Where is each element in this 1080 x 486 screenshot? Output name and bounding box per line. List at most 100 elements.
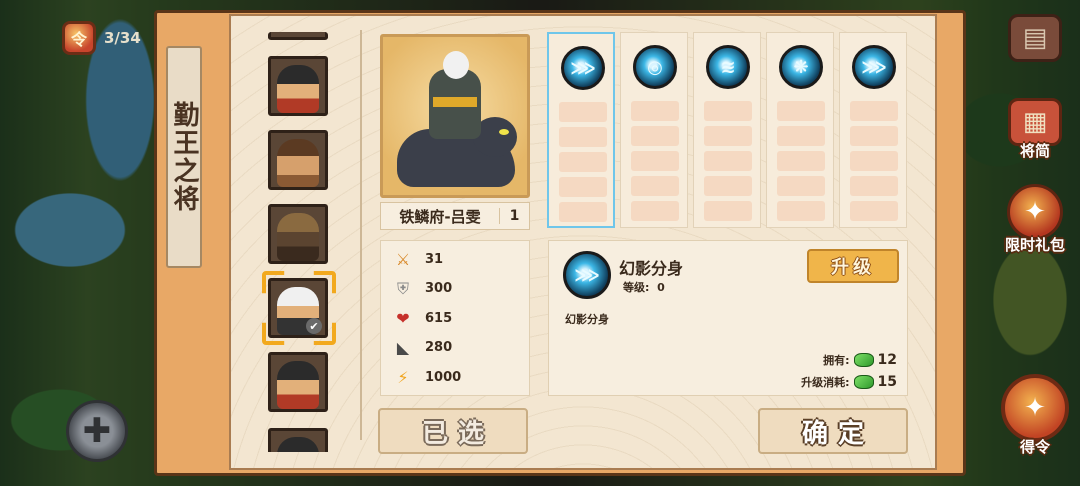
- skill-column[interactable]: ⋙: [839, 32, 907, 228]
- order-seal-icon: ✦: [1001, 374, 1069, 442]
- shop-icon: ▤: [1008, 14, 1062, 62]
- skill-upgrade-slot: [631, 201, 679, 221]
- hero-level: 1: [499, 208, 529, 224]
- skill-level-label: 等级:: [623, 281, 650, 294]
- generals-book-button[interactable]: ▦ 将简: [1004, 98, 1066, 161]
- skill-name: 幻影分身: [619, 259, 684, 278]
- jade-gem-icon: [853, 375, 874, 389]
- hero-name-bar: 铁鳞府-吕雯 1: [380, 202, 530, 230]
- phantom-clone-skill-icon: ⋙: [561, 46, 605, 90]
- hero-stats: ⚔ 31 ⛨ 300 ❤ 615 ◣ 280 ⚡ 1000: [380, 240, 530, 396]
- hero-name: 铁鳞府-吕雯: [399, 207, 481, 226]
- stat-value: 1000: [425, 369, 462, 385]
- owned-value: 12: [877, 352, 897, 368]
- hero-list[interactable]: [258, 32, 340, 452]
- skill-upgrade-slot: [704, 176, 752, 196]
- skill-level: 等级: 0: [623, 279, 665, 295]
- hero-portrait: [277, 139, 319, 187]
- panel-title-banner: 勤王之将: [166, 46, 202, 268]
- skill-level-value: 0: [657, 281, 665, 294]
- cost-label: 升级消耗:: [801, 376, 850, 389]
- stat-value: 300: [425, 281, 453, 296]
- panel-title: 勤王之将: [169, 101, 199, 213]
- skill-description: 幻影分身: [565, 313, 609, 326]
- joystick-icon[interactable]: ✚: [66, 400, 128, 462]
- stat-row: ⚔ 31: [393, 247, 443, 271]
- stat-value: 31: [425, 251, 444, 267]
- skill-column[interactable]: ⋙: [547, 32, 615, 228]
- seal-badge-icon: 令: [62, 21, 96, 55]
- jade-gem-icon: [853, 353, 874, 367]
- skill-upgrade-slot: [559, 152, 607, 172]
- skill-upgrade-slot: [559, 177, 607, 197]
- upgrade-button[interactable]: 升级: [807, 249, 899, 283]
- skill-upgrade-slot: [777, 126, 825, 146]
- skill-upgrade-slot: [631, 151, 679, 171]
- stat-value: 280: [425, 340, 453, 355]
- vortex-skill-icon: ◎: [633, 45, 677, 89]
- hero-portrait-large: [380, 34, 530, 198]
- stat-value: 615: [425, 310, 453, 326]
- lightning-icon: ⚡: [397, 367, 409, 387]
- hero-slot[interactable]: [268, 56, 328, 116]
- skill-upgrade-slot: [704, 201, 752, 221]
- skill-upgrade-slot: [777, 201, 825, 221]
- shield-icon: ⛨: [396, 278, 409, 298]
- skill-upgrade-slot: [777, 101, 825, 121]
- wing-skill-icon: ❋: [779, 45, 823, 89]
- generals-book-label: 将简: [1019, 142, 1050, 160]
- limited-gift-label: 限时礼包: [1004, 236, 1065, 254]
- skill-upgrade-slot: [850, 126, 898, 146]
- skill-upgrade-slot: [631, 101, 679, 121]
- stat-row: ◣ 280: [393, 336, 452, 360]
- skill-column[interactable]: ❋: [766, 32, 834, 228]
- skill-detail: ⋙ 幻影分身 等级: 0 幻影分身 升级 拥有: 12 升级消耗: 15: [548, 240, 908, 396]
- hero-portrait: [277, 65, 319, 113]
- book-icon: ▦: [1008, 98, 1062, 146]
- skill-upgrade-slot: [559, 127, 607, 147]
- hero-slot[interactable]: [268, 428, 328, 452]
- hero-portrait: [277, 361, 319, 409]
- hero-slot[interactable]: [268, 204, 328, 264]
- hero-slot[interactable]: [268, 130, 328, 190]
- phantom-clone-skill-icon: ⋙: [563, 251, 611, 299]
- skill-upgrade-slot: [704, 101, 752, 121]
- hero-slot[interactable]: [268, 352, 328, 412]
- order-label: 得令: [1019, 438, 1050, 456]
- skill-upgrade-slot: [704, 151, 752, 171]
- shop-button[interactable]: ▤: [1004, 14, 1066, 62]
- hero-slot-partial-top[interactable]: [268, 32, 328, 40]
- boot-icon: ◣: [396, 338, 410, 357]
- upgrade-cost-row: 升级消耗: 15: [801, 371, 897, 393]
- limited-gift-button[interactable]: ✦ 限时礼包: [1004, 184, 1066, 255]
- cost-value: 15: [877, 374, 897, 390]
- skill-column[interactable]: ≋: [693, 32, 761, 228]
- rider-head: [443, 51, 469, 79]
- owned-label: 拥有:: [823, 354, 850, 367]
- skill-upgrade-slot: [631, 126, 679, 146]
- order-button[interactable]: ✦ 得令: [1001, 374, 1069, 457]
- skill-upgrade-slot: [777, 176, 825, 196]
- claw-skill-icon: ⋙: [852, 45, 896, 89]
- stat-row: ⚡ 1000: [393, 365, 461, 389]
- sword-icon: ⚔: [395, 249, 411, 269]
- checkmark-icon: ✔: [306, 318, 322, 334]
- skill-upgrade-slot: [777, 151, 825, 171]
- skill-upgrade-slot: [850, 151, 898, 171]
- skill-upgrade-slot: [850, 201, 898, 221]
- level-counter-text: 3/34: [104, 29, 141, 47]
- hero-portrait: [277, 437, 319, 452]
- confirm-button[interactable]: 确定: [758, 408, 908, 454]
- skill-upgrade-slot: [850, 101, 898, 121]
- wave-skill-icon: ≋: [706, 45, 750, 89]
- hero-portrait: [277, 213, 319, 261]
- selected-button[interactable]: 已选: [378, 408, 528, 454]
- panther-eye: [499, 129, 509, 135]
- skill-upgrade-slot: [704, 126, 752, 146]
- skill-upgrade-slot: [559, 202, 607, 222]
- skill-upgrade-slot: [631, 176, 679, 196]
- level-counter[interactable]: 令 3/34: [62, 21, 162, 55]
- heart-icon: ❤: [396, 308, 410, 328]
- stat-row: ⛨ 300: [393, 277, 452, 301]
- skill-column[interactable]: ◎: [620, 32, 688, 228]
